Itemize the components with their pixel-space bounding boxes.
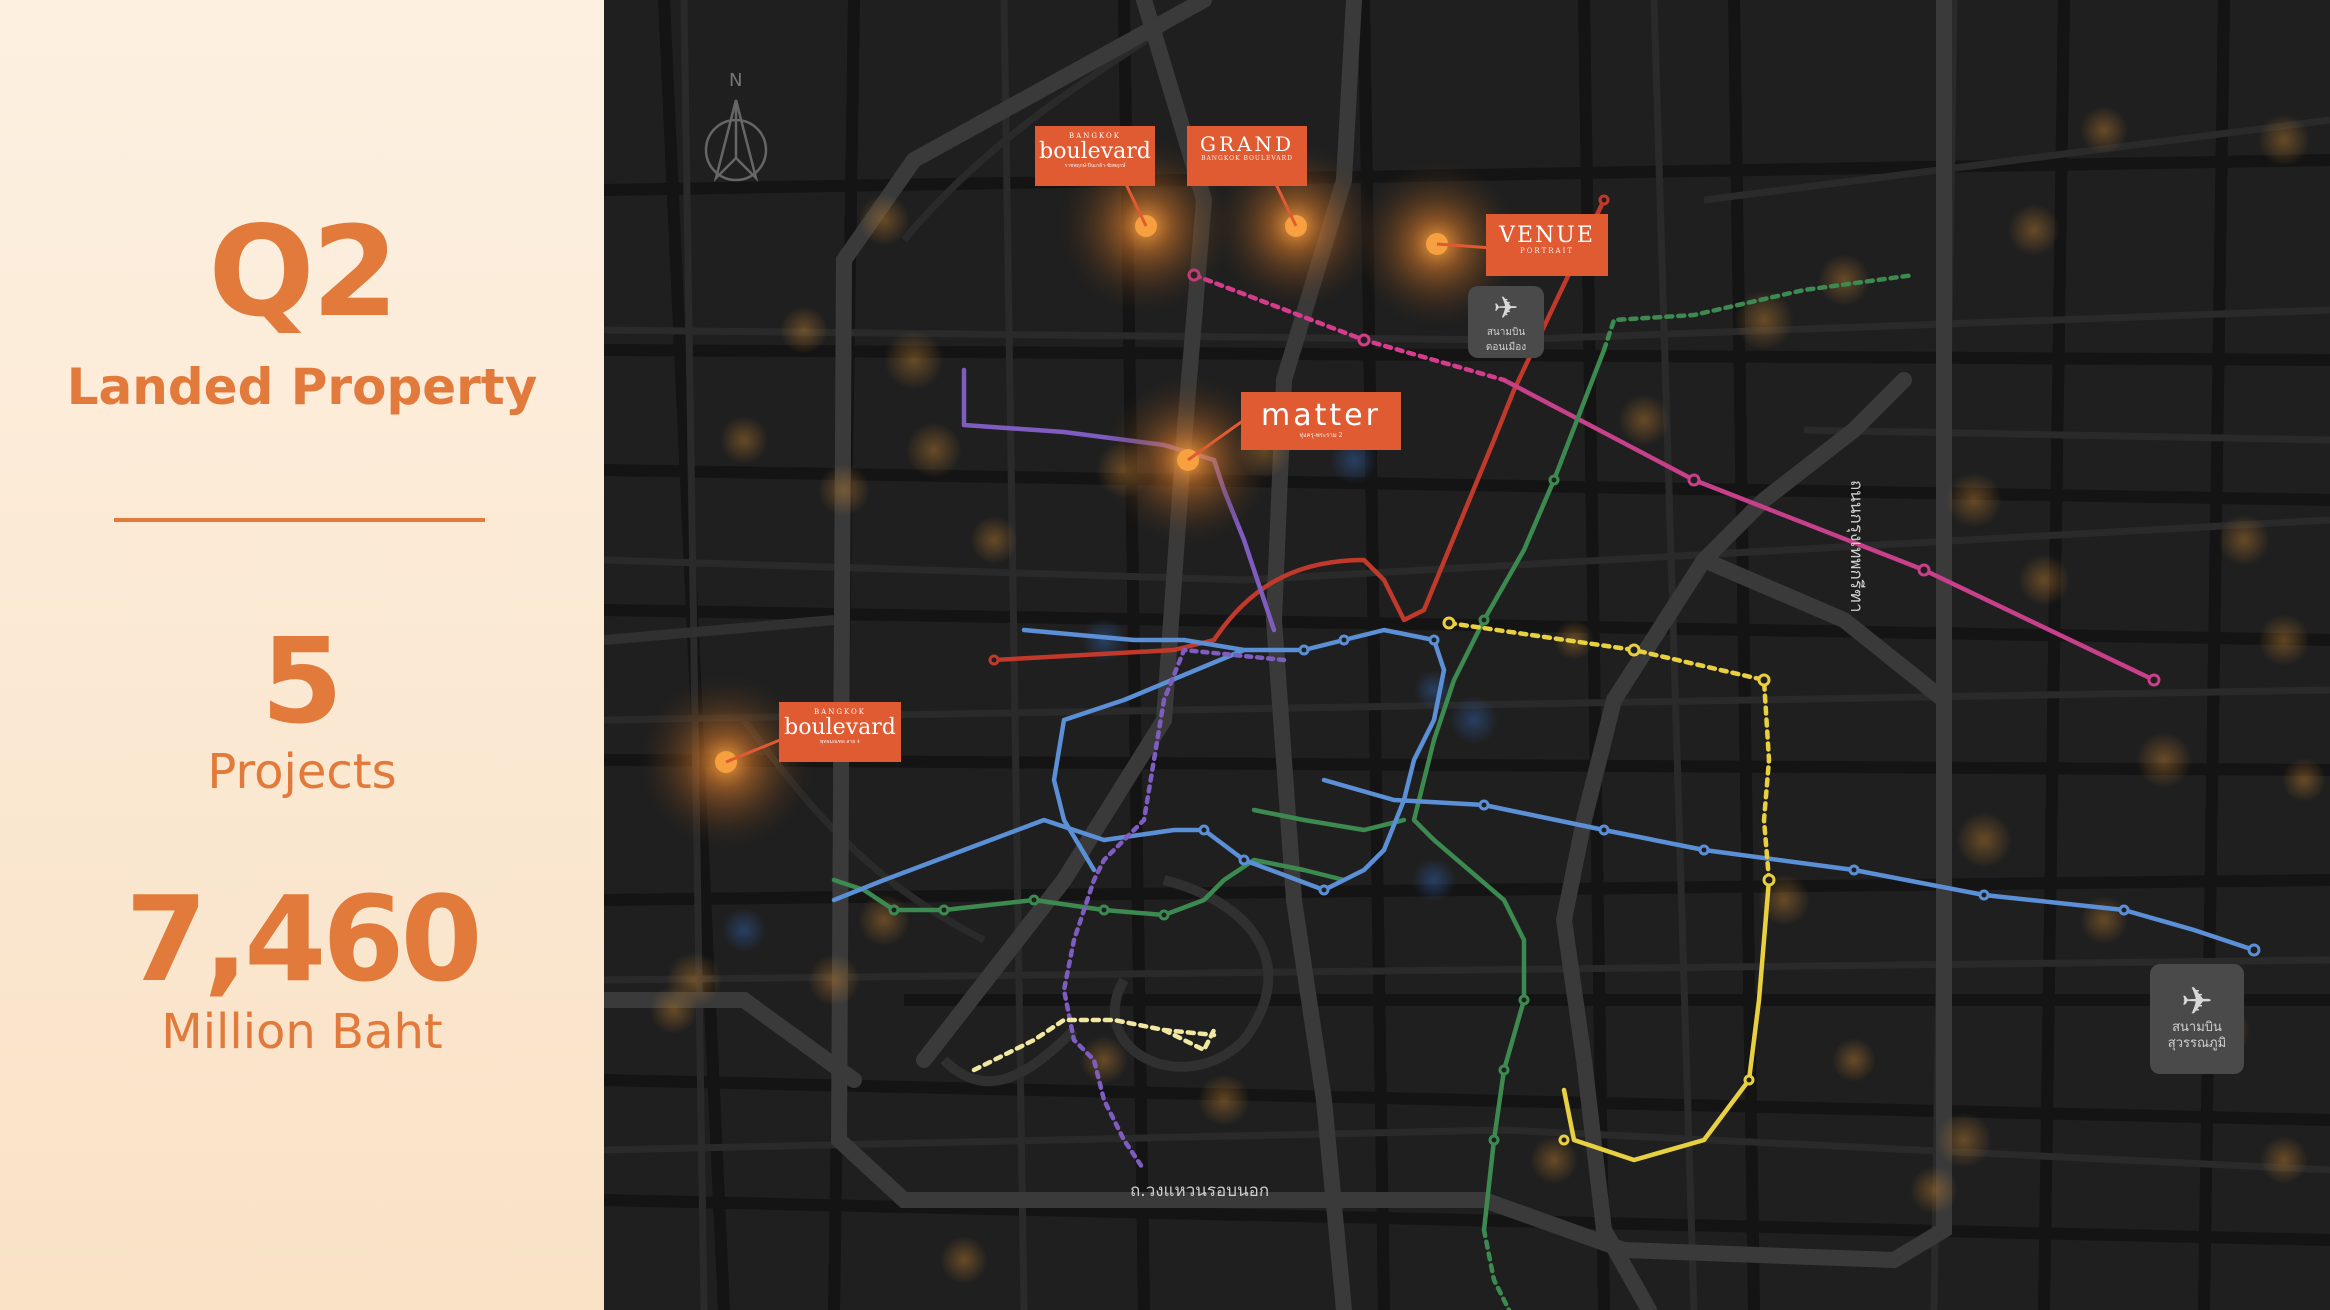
airport-suvarnabhumi: ✈ สนามบินสุวรรณภูมิ: [2150, 964, 2244, 1074]
airport-name: สนามบินดอนเมือง: [1485, 327, 1527, 353]
project-count: 5: [260, 612, 344, 750]
airplane-icon: ✈: [1493, 291, 1519, 326]
project-brand: VENUE: [1499, 223, 1595, 248]
project-brand: boulevard: [784, 715, 896, 741]
project-marker-bangkok-boulevard-1[interactable]: BANGKOK boulevard ราชพฤกษ์-ปิ่นเกล้า-ชัย…: [1035, 126, 1155, 186]
project-count-label: Projects: [207, 744, 397, 800]
project-marker-grand-bangkok-boulevard[interactable]: GRAND BANGKOK BOULEVARD: [1187, 126, 1307, 186]
project-marker-bangkok-boulevard-2[interactable]: BANGKOK boulevard พุทธมณฑล สาย 4: [779, 702, 901, 762]
project-brand: matter: [1261, 398, 1381, 433]
project-brand: GRAND: [1199, 132, 1294, 156]
project-brand: boulevard: [1039, 139, 1151, 165]
map-canvas: [604, 0, 2330, 1310]
airplane-icon: ✈: [2181, 979, 2213, 1023]
project-sub: พุทธมณฑล สาย 4: [820, 739, 860, 746]
quarter-title: Q2: [208, 200, 398, 345]
project-marker-matter[interactable]: matter ทุ่งครุ-พระราม 2: [1241, 392, 1401, 450]
project-sub: ราชพฤกษ์-ปิ่นเกล้า-ชัยพฤกษ์: [1064, 163, 1126, 170]
airport-name: สนามบินสุวรรณภูมิ: [2167, 1020, 2227, 1051]
airport-don-mueang: ✈ สนามบินดอนเมือง: [1468, 286, 1544, 358]
road-label-outer-ring: ถ.วงแหวนรอบนอก: [1130, 1181, 1270, 1201]
total-value-unit: Million Baht: [161, 1004, 443, 1060]
project-sub: BANGKOK BOULEVARD: [1201, 155, 1293, 162]
bangkok-map: N BANGKOK boulevard ราชพฤกษ์-ปิ่นเกล้า-ช…: [604, 0, 2330, 1310]
divider: [114, 518, 485, 522]
project-sub: ทุ่งครุ-พระราม 2: [1299, 431, 1343, 439]
road-label-east-road: ถนนกรุงเทพกรีฑา: [1846, 480, 1866, 613]
summary-panel: Q2 Landed Property 5 Projects 7,460 Mill…: [0, 0, 604, 1310]
category-title: Landed Property: [66, 358, 538, 416]
compass-north-label: N: [729, 70, 743, 91]
project-sub: PORTRAIT: [1519, 247, 1575, 256]
total-value: 7,460: [125, 870, 482, 1008]
project-marker-venue-portrait[interactable]: VENUE PORTRAIT: [1486, 214, 1608, 276]
